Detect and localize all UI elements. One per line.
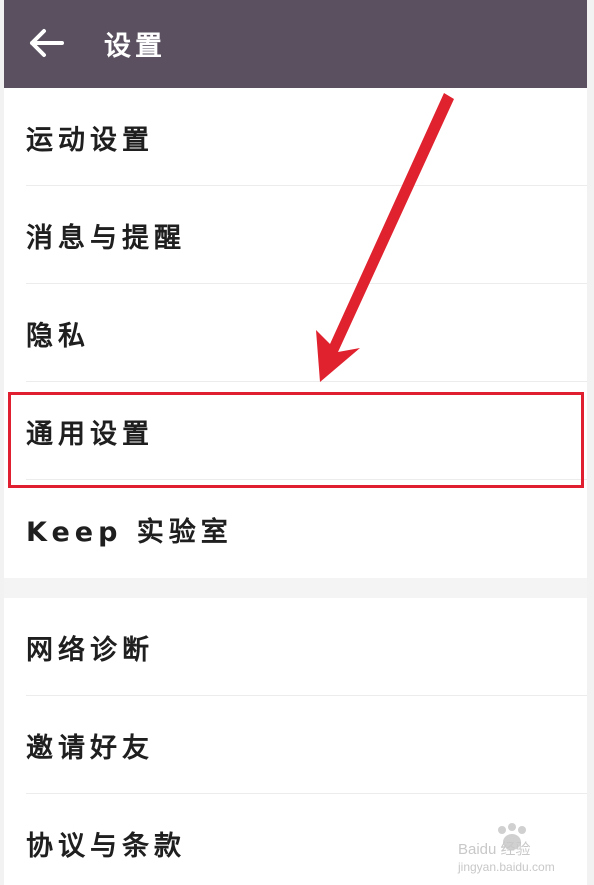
menu-item-label: 运动设置 — [26, 125, 154, 156]
back-button[interactable] — [26, 26, 66, 60]
settings-screen: 设置 运动设置 消息与提醒 隐私 通用设置 Keep 实验室 网络诊断 邀请好友 — [4, 0, 587, 885]
menu-item-terms[interactable]: 协议与条款 — [4, 794, 587, 885]
menu-item-general-settings[interactable]: 通用设置 — [4, 382, 587, 480]
menu-item-label: Keep 实验室 — [26, 517, 233, 548]
menu-item-label: 隐私 — [26, 321, 90, 352]
menu-item-label: 邀请好友 — [26, 733, 154, 764]
page-title: 设置 — [104, 31, 166, 62]
settings-list: 运动设置 消息与提醒 隐私 通用设置 Keep 实验室 网络诊断 邀请好友 协议… — [4, 88, 587, 885]
menu-item-label: 协议与条款 — [26, 831, 186, 862]
menu-item-label: 网络诊断 — [26, 635, 154, 666]
menu-item-invite-friends[interactable]: 邀请好友 — [4, 696, 587, 794]
section-gap — [4, 578, 587, 598]
back-arrow-icon — [30, 29, 64, 57]
right-edge — [587, 0, 594, 885]
menu-item-notifications[interactable]: 消息与提醒 — [4, 186, 587, 284]
top-bar: 设置 — [4, 0, 587, 88]
menu-item-label: 通用设置 — [26, 419, 154, 450]
menu-item-privacy[interactable]: 隐私 — [4, 284, 587, 382]
menu-item-exercise-settings[interactable]: 运动设置 — [4, 88, 587, 186]
menu-item-label: 消息与提醒 — [26, 223, 186, 254]
menu-item-network-diagnosis[interactable]: 网络诊断 — [4, 598, 587, 696]
menu-item-keep-lab[interactable]: Keep 实验室 — [4, 480, 587, 578]
